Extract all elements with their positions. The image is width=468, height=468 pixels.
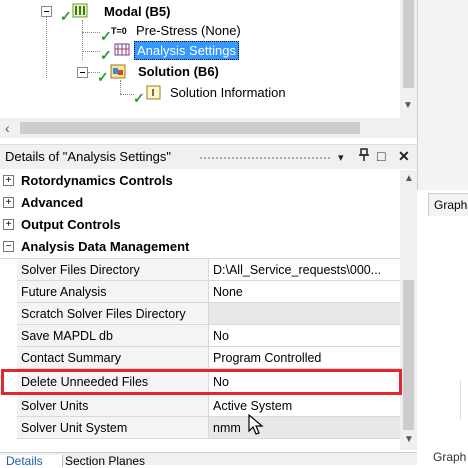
scroll-down-icon[interactable]: ▼ [404,434,414,445]
row-gutter [0,281,17,304]
category-label: Analysis Data Management [21,239,190,254]
scrollbar-corner [400,118,417,138]
check-icon: ✓ [100,47,112,63]
property-name: Solver Unit System [17,417,209,439]
category-output-controls[interactable]: + Output Controls [0,214,400,237]
category-rotordynamics[interactable]: + Rotordynamics Controls [0,170,400,193]
tree-item-solution-information[interactable]: Solution Information [170,84,286,101]
prestress-icon: T=0 [111,26,127,36]
property-row[interactable]: Solver Units Active System [0,395,400,418]
graphics-pane-upper [417,0,468,190]
category-advanced[interactable]: + Advanced [0,192,400,215]
property-value[interactable]: Active System [209,395,400,417]
row-gutter [0,325,17,348]
property-value[interactable]: nmm [209,417,400,439]
scroll-up-icon[interactable]: ▲ [404,173,414,184]
expand-icon[interactable]: + [3,175,14,186]
modal-analysis-icon [72,3,88,18]
property-row[interactable]: Solver Files Directory D:\All_Service_re… [0,259,400,282]
property-row[interactable]: Save MAPDL db No [0,325,400,348]
property-name: Solver Files Directory [17,259,209,281]
mouse-cursor-icon [248,414,264,435]
project-tree: ✓ Modal (B5) ✓ T=0 Pre-Stress (None) ✓ A… [0,0,400,118]
scrollbar-thumb[interactable] [403,280,414,430]
property-value[interactable]: None [209,281,400,303]
scrollbar-thumb[interactable] [20,122,360,134]
tree-line [46,12,47,78]
check-icon: ✓ [60,8,72,24]
category-label: Advanced [21,195,84,210]
category-label: Rotordynamics Controls [21,173,173,188]
property-name: Solver Units [17,395,209,417]
bottom-tabs: Details Section Planes [0,452,417,467]
check-icon: ✓ [100,28,112,44]
tree-item-prestress[interactable]: Pre-Stress (None) [136,22,241,39]
dropdown-icon[interactable]: ▾ [338,150,344,166]
property-name: Scratch Solver Files Directory [17,303,209,325]
row-gutter [0,395,17,418]
row-gutter [0,259,17,282]
tree-line [120,94,134,95]
property-value[interactable]: No [209,325,400,347]
property-row[interactable]: Contact Summary Program Controlled [0,347,400,370]
analysis-settings-icon [114,43,130,56]
tab-details[interactable]: Details [0,455,63,467]
divider [460,380,468,420]
tree-item-solution[interactable]: Solution (B6) [138,63,219,80]
solution-information-icon [146,85,161,100]
details-panel-header: Details of "Analysis Settings" ▾ □ ✕ [0,144,417,169]
tree-item-modal[interactable]: Modal (B5) [104,3,170,20]
red-highlight-box [1,369,402,395]
close-icon[interactable]: ✕ [398,148,410,164]
property-name: Save MAPDL db [17,325,209,347]
tree-item-analysis-settings[interactable]: Analysis Settings [134,41,239,60]
check-icon: ✓ [133,90,145,106]
tree-line [82,51,100,52]
check-icon: ✓ [97,69,109,85]
property-row[interactable]: Scratch Solver Files Directory [0,303,400,326]
panel-grip[interactable] [200,157,330,159]
expand-icon[interactable]: + [3,219,14,230]
property-value[interactable] [209,303,400,325]
scrollbar-thumb[interactable] [403,0,414,88]
row-gutter [0,417,17,440]
scroll-down-icon[interactable]: ▼ [403,100,413,111]
property-row[interactable]: Solver Unit System nmm [0,417,400,440]
property-row[interactable]: Future Analysis None [0,281,400,304]
property-value[interactable]: D:\All_Service_requests\000... [209,259,400,281]
category-label: Output Controls [21,217,121,232]
tree-horizontal-scrollbar[interactable]: ‹ [0,118,400,138]
pin-icon[interactable] [359,148,369,165]
tree-collapse-solution[interactable] [77,67,88,78]
tree-line [120,80,121,94]
property-name: Future Analysis [17,281,209,303]
tree-line [82,20,83,60]
details-panel-title: Details of "Analysis Settings" [5,149,172,164]
collapse-icon[interactable]: − [3,241,14,252]
graph-tab[interactable]: Graph [428,193,468,216]
row-gutter [0,303,17,326]
expand-icon[interactable]: + [3,197,14,208]
maximize-icon[interactable]: □ [377,148,385,164]
graph-tab-bottom[interactable]: Graph [428,450,468,464]
solution-icon [110,64,126,79]
property-name: Contact Summary [17,347,209,369]
category-analysis-data-management[interactable]: − Analysis Data Management [0,236,400,259]
tree-vertical-scrollbar[interactable]: ▼ [400,0,417,118]
details-grid: + Rotordynamics Controls + Advanced + Ou… [0,170,400,440]
details-vertical-scrollbar[interactable]: ▲ ▼ [400,170,417,450]
tab-section-planes[interactable]: Section Planes [65,455,145,467]
tree-collapse-modal[interactable] [41,6,52,17]
row-gutter [0,347,17,370]
tree-line [82,32,100,33]
property-value[interactable]: Program Controlled [209,347,400,369]
scroll-left-icon[interactable]: ‹ [5,120,10,136]
